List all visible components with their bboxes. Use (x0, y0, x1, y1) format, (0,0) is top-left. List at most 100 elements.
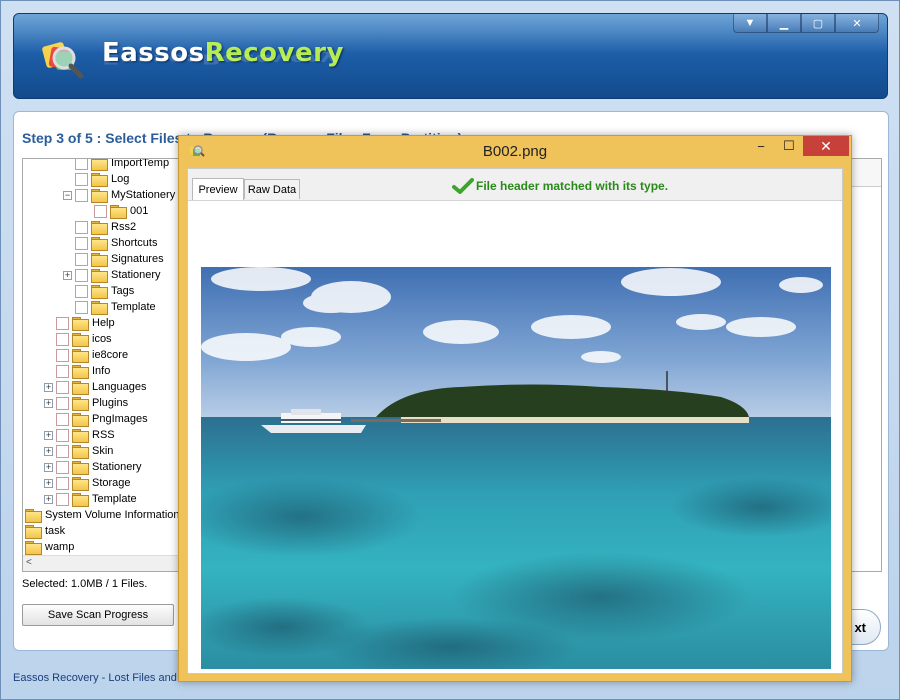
tree-item-label: PngImages (92, 413, 148, 425)
tree-checkbox[interactable] (75, 220, 88, 234)
dialog-minimize-button[interactable]: − (747, 136, 775, 156)
folder-icon (72, 397, 89, 411)
tree-checkbox[interactable] (56, 316, 69, 330)
tree-checkbox[interactable] (56, 364, 69, 378)
tree-checkbox[interactable] (56, 332, 69, 346)
folder-icon (91, 301, 108, 315)
tree-checkbox[interactable] (75, 188, 88, 202)
expand-plus-icon[interactable]: + (44, 494, 53, 504)
tree-item[interactable]: − MyStationery (63, 187, 175, 203)
expand-plus-icon[interactable]: + (44, 478, 53, 488)
tree-item-label: Log (111, 173, 130, 185)
tree-item[interactable]: + Stationery (63, 267, 161, 283)
tree-item[interactable]: Shortcuts (63, 235, 157, 251)
dialog-maximize-button[interactable]: ☐ (775, 136, 803, 156)
tree-item[interactable]: task (25, 523, 65, 539)
tree-item[interactable]: Template (63, 299, 156, 315)
expand-plus-icon[interactable]: + (44, 462, 53, 472)
close-button[interactable]: ✕ (835, 14, 879, 33)
minimize-icon: − (757, 138, 765, 154)
folder-icon (25, 509, 42, 523)
tree-checkbox[interactable] (56, 348, 69, 362)
tree-item[interactable]: Info (44, 363, 110, 379)
folder-icon (72, 477, 89, 491)
expand-plus-icon[interactable]: + (44, 382, 53, 392)
tree-item[interactable]: Signatures (63, 251, 164, 267)
folder-icon (72, 445, 89, 459)
tree-item-label: Help (92, 317, 115, 329)
expand-plus-icon[interactable]: + (63, 270, 72, 280)
tree-item-label: Stationery (111, 269, 161, 281)
folder-icon (25, 525, 42, 539)
tree-item[interactable]: 001 (82, 203, 148, 219)
tree-checkbox[interactable] (75, 300, 88, 314)
folder-icon (72, 493, 89, 507)
tree-item[interactable]: Tags (63, 283, 134, 299)
tree-item[interactable]: Log (63, 171, 129, 187)
tree-item[interactable]: + Storage (44, 475, 131, 491)
tree-checkbox[interactable] (56, 460, 69, 474)
tree-item-label: 001 (130, 205, 149, 217)
expand-plus-icon[interactable]: + (44, 430, 53, 440)
tree-checkbox[interactable] (56, 492, 69, 506)
tree-item[interactable]: System Volume Information (25, 507, 180, 523)
tree-checkbox[interactable] (75, 284, 88, 298)
expand-plus-icon[interactable]: + (44, 398, 53, 408)
dropdown-menu-button[interactable]: ▼ (733, 14, 767, 33)
tree-checkbox[interactable] (75, 252, 88, 266)
folder-tree[interactable]: ImportTemp Log − MyStationery 001 Rss2 Shortcu… (22, 158, 190, 572)
dialog-titlebar[interactable]: B002.png − ☐ ✕ (179, 136, 851, 166)
tab-raw-data[interactable]: Raw Data (244, 179, 300, 199)
tree-checkbox[interactable] (75, 268, 88, 282)
tree-item[interactable]: + Template (44, 491, 137, 507)
minimize-icon: ▁ (779, 17, 789, 30)
tree-item[interactable]: ImportTemp (63, 159, 169, 171)
tree-checkbox[interactable] (56, 444, 69, 458)
tree-horizontal-scrollbar[interactable]: < (23, 555, 189, 571)
folder-icon (91, 237, 108, 251)
tree-item[interactable]: ie8core (44, 347, 128, 363)
tree-item-label: System Volume Information (45, 509, 180, 521)
tree-item-label: Template (111, 301, 156, 313)
save-scan-progress-button[interactable]: Save Scan Progress (22, 604, 174, 626)
folder-icon (72, 461, 89, 475)
folder-icon (72, 333, 89, 347)
preview-area (188, 201, 842, 673)
tree-item-label: Signatures (111, 253, 164, 265)
tree-checkbox[interactable] (94, 204, 107, 218)
tree-item[interactable]: + Skin (44, 443, 113, 459)
tree-item[interactable]: + RSS (44, 427, 115, 443)
dialog-close-button[interactable]: ✕ (803, 136, 849, 156)
tree-checkbox[interactable] (75, 236, 88, 250)
collapse-minus-icon[interactable]: − (63, 190, 72, 200)
tree-item[interactable]: PngImages (44, 411, 148, 427)
tree-item[interactable]: Help (44, 315, 115, 331)
selected-info: Selected: 1.0MB / 1 Files. (22, 578, 148, 590)
tree-item[interactable]: + Plugins (44, 395, 128, 411)
tree-checkbox[interactable] (75, 159, 88, 170)
folder-icon (72, 317, 89, 331)
dialog-window-controls: − ☐ ✕ (747, 136, 849, 156)
expand-plus-icon[interactable]: + (44, 446, 53, 456)
maximize-button[interactable]: ▢ (801, 14, 835, 33)
tree-checkbox[interactable] (56, 380, 69, 394)
tree-item[interactable]: icos (44, 331, 112, 347)
tree-item-label: Languages (92, 381, 147, 393)
tree-checkbox[interactable] (75, 172, 88, 186)
minimize-button[interactable]: ▁ (767, 14, 801, 33)
folder-icon (72, 349, 89, 363)
tree-item[interactable]: + Stationery (44, 459, 142, 475)
scroll-left-arrow-icon[interactable]: < (26, 557, 32, 568)
folder-icon (91, 253, 108, 267)
tree-checkbox[interactable] (56, 428, 69, 442)
tree-checkbox[interactable] (56, 412, 69, 426)
tree-item[interactable]: Rss2 (63, 219, 136, 235)
folder-icon (110, 205, 127, 219)
folder-icon (91, 173, 108, 187)
tree-item[interactable]: + Languages (44, 379, 146, 395)
tree-checkbox[interactable] (56, 396, 69, 410)
tree-item[interactable]: wamp (25, 539, 74, 555)
tab-preview[interactable]: Preview (192, 178, 244, 200)
tree-checkbox[interactable] (56, 476, 69, 490)
file-match-message: File header matched with its type. (476, 179, 669, 193)
